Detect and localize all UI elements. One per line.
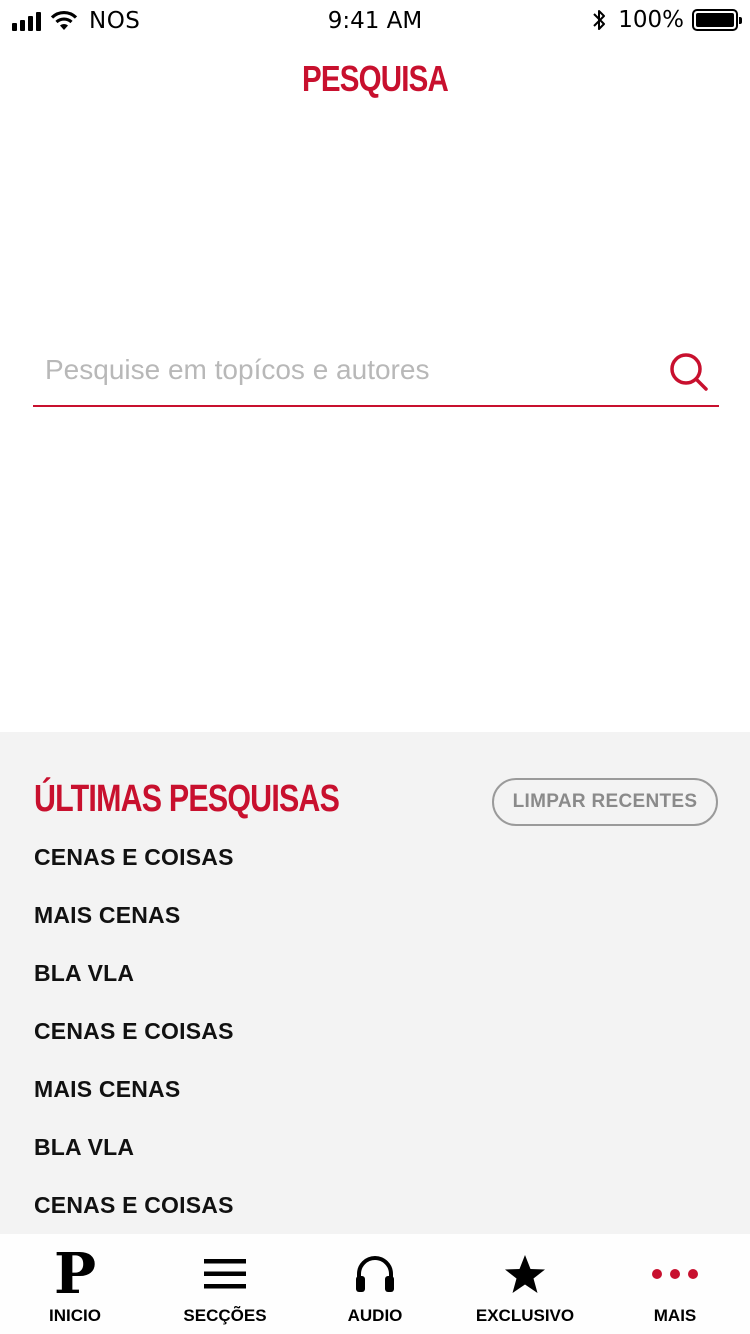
bluetooth-icon	[593, 10, 606, 30]
recent-search-item[interactable]: BLA VLA	[34, 1134, 234, 1192]
tab-bar: P INICIO SECÇÕES AUDIO EXCLUSIVO MAIS	[0, 1234, 750, 1334]
tab-label: EXCLUSIVO	[475, 1306, 575, 1325]
more-dots-icon	[652, 1250, 698, 1298]
recent-searches-title: ÚLTIMAS PESQUISAS	[34, 778, 340, 820]
tab-inicio[interactable]: P INICIO	[0, 1234, 150, 1334]
status-bar: NOS 9:41 AM 100%	[0, 0, 750, 40]
battery-percent: 100%	[618, 7, 684, 33]
recent-search-item[interactable]: MAIS CENAS	[34, 902, 234, 960]
menu-icon	[204, 1250, 246, 1298]
recent-search-item[interactable]: CENAS E COISAS	[34, 844, 234, 902]
tab-label: SECÇÕES	[183, 1306, 267, 1325]
search-input[interactable]	[45, 348, 645, 392]
tab-mais[interactable]: MAIS	[600, 1234, 750, 1334]
recent-searches-list: CENAS E COISAS MAIS CENAS BLA VLA CENAS …	[34, 844, 234, 1250]
tab-audio[interactable]: AUDIO	[300, 1234, 450, 1334]
tab-label: AUDIO	[347, 1306, 403, 1325]
star-icon	[504, 1250, 546, 1298]
search-icon[interactable]	[667, 350, 711, 394]
recent-search-item[interactable]: MAIS CENAS	[34, 1076, 234, 1134]
tab-seccoes[interactable]: SECÇÕES	[150, 1234, 300, 1334]
tab-exclusivo[interactable]: EXCLUSIVO	[450, 1234, 600, 1334]
tab-label: INICIO	[49, 1306, 101, 1325]
status-right: 100%	[590, 7, 742, 33]
publico-logo-icon: P	[53, 1241, 97, 1307]
clear-recents-button[interactable]: LIMPAR RECENTES	[492, 778, 718, 826]
search-bar	[33, 340, 719, 407]
recent-search-item[interactable]: CENAS E COISAS	[34, 1018, 234, 1076]
page-title: PESQUISA	[301, 58, 449, 99]
recent-search-item[interactable]: BLA VLA	[34, 960, 234, 1018]
battery-icon	[692, 9, 742, 31]
headphones-icon	[354, 1250, 396, 1298]
tab-label: MAIS	[653, 1306, 697, 1325]
